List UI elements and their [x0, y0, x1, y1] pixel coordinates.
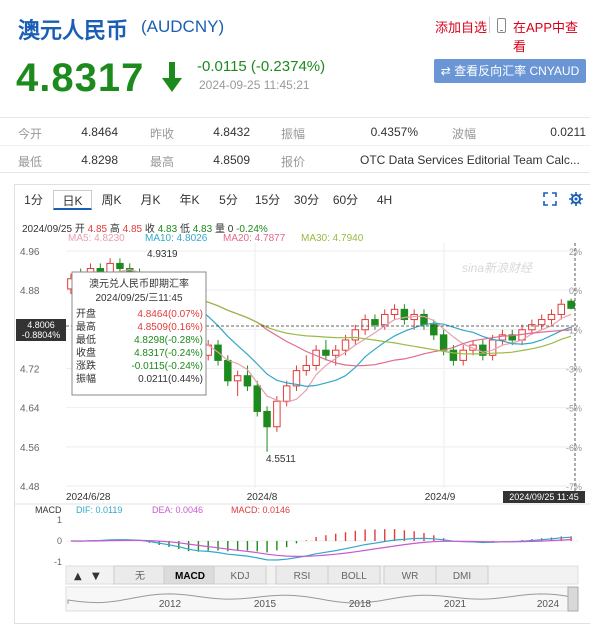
y-tick-label: 4.72	[20, 365, 40, 376]
timeline-year-label: 2024	[537, 599, 560, 610]
x-tick-label: 2024/8	[247, 492, 278, 503]
y-tick-label: 4.64	[20, 404, 40, 415]
current-pct-label: -0.8804%	[22, 330, 61, 340]
candle-body	[361, 319, 369, 331]
timeline-handle[interactable]	[567, 586, 579, 612]
candle-body	[116, 262, 124, 270]
candle-body	[528, 324, 536, 331]
y-tick-label: 4.88	[20, 286, 40, 297]
pct-tick-label: 2%	[569, 247, 582, 257]
candlestick-chart[interactable]: 4.964.884.804.724.644.564.482%0%-1%-3%-5…	[0, 0, 590, 624]
indicator-tab-label[interactable]: MACD	[175, 571, 205, 582]
candle-body	[263, 410, 271, 428]
candle-body	[331, 349, 340, 356]
tooltip-row-label: 振幅	[76, 372, 96, 385]
tooltip-row-label: 最高	[76, 320, 96, 333]
candle-body	[557, 303, 566, 315]
candle-body	[547, 313, 556, 321]
candle-body	[273, 400, 281, 428]
candle-body	[341, 339, 350, 351]
tooltip-row-value: 4.8298(-0.28%)	[134, 335, 203, 346]
tooltip-row-value: 0.0211(0.44%)	[138, 374, 203, 385]
candle-body	[459, 349, 467, 361]
timeline-year-label: 2021	[444, 599, 467, 610]
current-price-label: 4.8006	[27, 320, 55, 330]
pct-tick-label: -6%	[566, 443, 582, 453]
tooltip-row-label: 涨跌	[76, 359, 96, 372]
candle-body	[322, 349, 330, 356]
up-arrow-icon: ▲	[74, 571, 82, 582]
y-tick-label: 4.48	[20, 482, 40, 493]
tooltip-row-label: 最低	[76, 333, 96, 346]
macd-tick-label: -1	[54, 557, 62, 567]
tooltip-row-value: 4.8317(-0.24%)	[134, 348, 203, 359]
macd-tick-label: 1	[57, 515, 62, 525]
candle-body	[381, 313, 389, 326]
crosshair-x-label: 2024/09/25 11:45	[509, 492, 578, 502]
indicator-tab-label[interactable]: BOLL	[341, 571, 367, 582]
candle-body	[390, 308, 399, 315]
candle-body	[439, 334, 448, 351]
timeline-year-label: 2018	[349, 599, 372, 610]
watermark: sina新浪财经	[462, 261, 534, 275]
x-tick-label: 2024/9	[425, 492, 456, 503]
candle-body	[282, 385, 291, 402]
candle-body	[312, 349, 320, 366]
y-tick-label: 4.56	[20, 443, 40, 454]
dea-line	[70, 538, 572, 558]
candle-body	[351, 329, 360, 341]
macd-dif: DIF: 0.0119	[76, 505, 122, 515]
tooltip-date: 2024/09/25/三11:45	[95, 293, 183, 304]
timeline-year-label: 2012	[159, 599, 182, 610]
indicator-tab-label[interactable]: 无	[135, 571, 145, 582]
y-tick-label: 4.96	[20, 247, 40, 258]
tooltip-row-value: 4.8509(0.16%)	[137, 322, 203, 333]
indicator-tab-label[interactable]: KDJ	[231, 571, 250, 582]
candle-body	[243, 375, 252, 387]
pct-tick-label: -7%	[566, 482, 582, 492]
candle-body	[302, 365, 311, 372]
tooltip-row-label: 开盘	[76, 307, 96, 320]
timeline-year-label: 2015	[254, 599, 277, 610]
candle-body	[537, 319, 546, 326]
tooltip-row-label: 收盘	[76, 346, 96, 359]
candle-body	[233, 375, 242, 382]
pct-tick-label: 0%	[569, 286, 582, 296]
high-label: 4.9319	[147, 249, 178, 260]
tooltip-row-value: 4.8464(0.07%)	[137, 309, 203, 320]
candle-body	[371, 319, 379, 326]
tooltip-row-value: -0.0115(-0.24%)	[131, 361, 203, 372]
pct-tick-label: -5%	[566, 404, 582, 414]
candle-body	[567, 300, 575, 309]
indicator-tab-label[interactable]: RSI	[294, 571, 311, 582]
candle-body	[449, 349, 458, 361]
x-tick-label: 2024/6/28	[66, 492, 111, 503]
candle-body	[253, 385, 261, 412]
tooltip-title: 澳元兑人民币即期汇率	[89, 277, 189, 290]
macd-dea: DEA: 0.0046	[152, 505, 203, 515]
macd-value: MACD: 0.0146	[231, 505, 290, 515]
indicator-tab-label[interactable]: WR	[402, 571, 419, 582]
down-arrow-icon: ▼	[92, 571, 100, 582]
pct-tick-label: -3%	[566, 365, 582, 375]
low-label: 4.5511	[266, 454, 296, 465]
indicator-tab-label[interactable]: DMI	[453, 571, 471, 582]
macd-title: MACD	[35, 505, 62, 515]
candle-body	[224, 359, 232, 382]
macd-tick-label: 0	[57, 536, 62, 546]
